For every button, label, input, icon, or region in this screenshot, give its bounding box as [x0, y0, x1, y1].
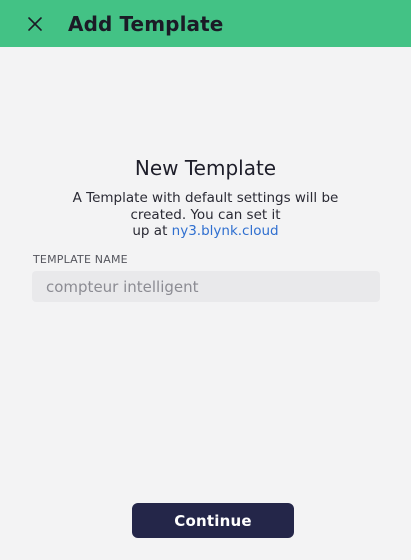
description-line-1: A Template with default settings will be: [72, 190, 339, 206]
template-name-label: TEMPLATE NAME: [33, 253, 128, 266]
top-bar: Add Template: [0, 0, 411, 47]
template-heading: New Template: [134, 156, 277, 180]
description-line-3: up at ny3.blynk.cloud: [20, 223, 391, 240]
page-title: Add Template: [68, 11, 224, 36]
description-prefix: up at: [132, 223, 172, 239]
continue-button[interactable]: Continue: [132, 503, 294, 538]
template-name-input[interactable]: [32, 271, 380, 302]
close-icon[interactable]: [23, 12, 47, 36]
template-description: A Template with default settings will be…: [20, 190, 391, 240]
description-line-2: created. You can set it: [130, 206, 281, 223]
blynk-cloud-link[interactable]: ny3.blynk.cloud: [172, 223, 279, 239]
